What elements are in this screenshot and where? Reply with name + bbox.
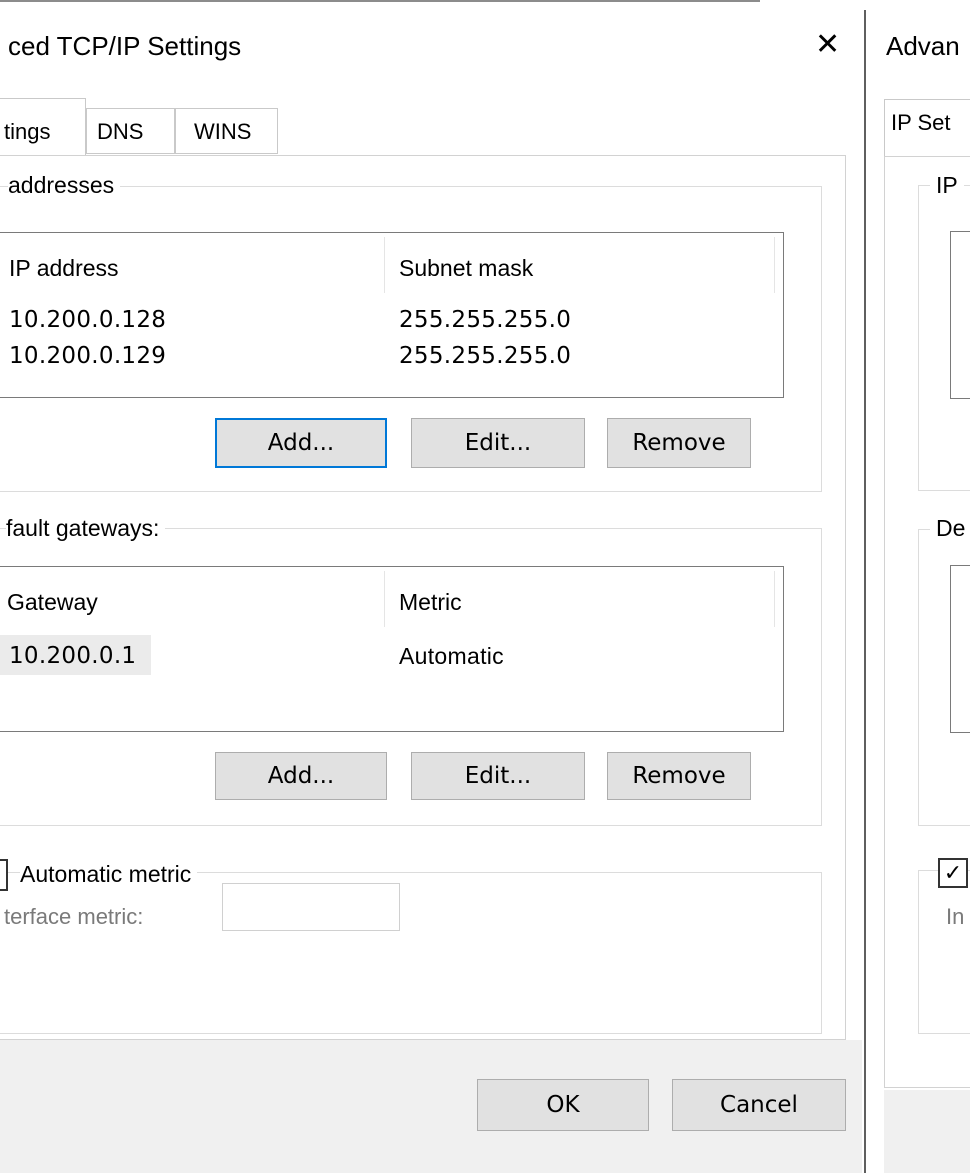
second-tab-ip-settings-label: IP Set bbox=[891, 110, 951, 135]
column-separator[interactable] bbox=[384, 571, 385, 627]
ok-button[interactable]: OK bbox=[477, 1079, 649, 1131]
second-ip-listbox[interactable] bbox=[950, 231, 970, 399]
ip-address-cell: 10.200.0.129 bbox=[9, 343, 167, 369]
subnet-mask-cell: 255.255.255.0 bbox=[399, 307, 572, 333]
interface-metric-label: terface metric: bbox=[4, 904, 144, 929]
ip-add-button[interactable]: Add... bbox=[215, 418, 387, 468]
tab-ip-settings[interactable]: tings bbox=[0, 98, 86, 156]
close-icon[interactable]: ✕ bbox=[815, 30, 840, 60]
gateway-cell: 10.200.0.1 bbox=[9, 643, 137, 669]
cancel-button[interactable]: Cancel bbox=[672, 1079, 846, 1131]
ip-addresses-legend: addresses bbox=[8, 171, 121, 199]
ip-address-listbox[interactable]: IP address Subnet mask 10.200.0.128 255.… bbox=[0, 232, 784, 398]
interface-metric-input[interactable] bbox=[222, 883, 400, 931]
second-dialog-title: Advan bbox=[886, 31, 960, 61]
tab-ip-settings-label: tings bbox=[4, 119, 51, 144]
second-interface-metric-label: In bbox=[946, 904, 965, 929]
second-gateway-group-legend: De bbox=[930, 514, 970, 542]
column-header-metric[interactable]: Metric bbox=[399, 589, 462, 616]
column-header-subnet-mask[interactable]: Subnet mask bbox=[399, 255, 533, 282]
gateway-listbox[interactable]: Gateway Metric 10.200.0.1 Automatic bbox=[0, 566, 784, 732]
metric-cell: Automatic bbox=[399, 643, 504, 669]
window-top-edge bbox=[0, 0, 760, 2]
ip-edit-button[interactable]: Edit... bbox=[411, 418, 585, 468]
gateway-edit-button[interactable]: Edit... bbox=[411, 752, 585, 800]
gateway-add-button[interactable]: Add... bbox=[215, 752, 387, 800]
column-separator bbox=[774, 237, 775, 293]
second-tab-ip-settings[interactable]: IP Set bbox=[884, 99, 970, 157]
table-row[interactable]: 10.200.0.129 255.255.255.0 bbox=[0, 339, 779, 373]
ip-address-cell: 10.200.0.128 bbox=[9, 307, 167, 333]
table-row[interactable]: 10.200.0.128 255.255.255.0 bbox=[0, 303, 779, 337]
column-separator bbox=[774, 571, 775, 627]
window-separator bbox=[864, 10, 866, 1173]
second-gateway-listbox[interactable] bbox=[950, 565, 970, 733]
second-dialog-footer bbox=[884, 1090, 970, 1173]
tab-wins[interactable]: WINS bbox=[175, 108, 278, 154]
tab-dns-label: DNS bbox=[97, 119, 144, 144]
automatic-metric-label[interactable]: Automatic metric bbox=[20, 860, 198, 888]
subnet-mask-cell: 255.255.255.0 bbox=[399, 343, 572, 369]
automatic-metric-group bbox=[0, 872, 822, 1034]
ip-remove-button[interactable]: Remove bbox=[607, 418, 751, 468]
column-header-ip-address[interactable]: IP address bbox=[9, 255, 119, 282]
automatic-metric-checkbox[interactable] bbox=[0, 859, 8, 891]
default-gateways-legend: fault gateways: bbox=[6, 514, 166, 542]
second-metric-group bbox=[918, 870, 970, 1034]
column-separator[interactable] bbox=[384, 237, 385, 293]
tab-wins-label: WINS bbox=[194, 119, 252, 144]
column-header-gateway[interactable]: Gateway bbox=[7, 589, 98, 616]
table-row[interactable]: 10.200.0.1 Automatic bbox=[0, 635, 779, 675]
second-automatic-metric-checkbox[interactable]: ✓ bbox=[938, 858, 968, 888]
tab-dns[interactable]: DNS bbox=[86, 108, 175, 154]
dialog-title: ced TCP/IP Settings bbox=[8, 31, 242, 61]
gateway-remove-button[interactable]: Remove bbox=[607, 752, 751, 800]
second-ip-group-legend: IP bbox=[930, 171, 964, 199]
